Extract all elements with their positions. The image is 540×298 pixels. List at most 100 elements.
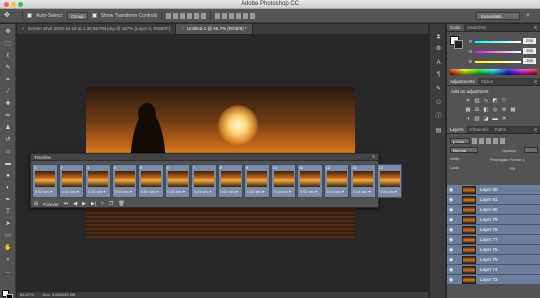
layer-row[interactable]: ◉ Layer 77 [447,235,540,245]
frame-delay-dropdown[interactable]: 0.04 sec.▾ [247,189,264,194]
vibrance-icon[interactable]: ▽ [501,98,507,104]
color-spectrum-ramp[interactable] [450,69,537,75]
type-tool-icon[interactable]: T [3,208,13,216]
tab-styles[interactable]: Styles [478,78,496,85]
hue-saturation-icon[interactable]: ▦ [465,107,471,113]
animation-frame[interactable]: 4 0.04 sec.▾ [111,164,137,198]
move-tool-preset-icon[interactable]: ✥ [4,11,18,21]
eyedropper-tool-icon[interactable]: ⁄ [3,88,13,96]
align-top-icon[interactable] [166,12,172,19]
healing-brush-tool-icon[interactable]: ✚ [3,100,13,108]
animation-frame[interactable]: 9 0.04 sec.▾ [244,164,270,198]
path-selection-tool-icon[interactable]: ➤ [3,220,13,228]
filter-kind-dropdown[interactable]: ρ Kind [450,137,470,144]
threshold-icon[interactable]: ◪ [483,116,489,122]
slider-track[interactable] [475,41,521,43]
align-right-icon[interactable] [201,12,207,19]
layer-row[interactable]: ◉ Layer 81 [447,195,540,205]
visibility-eye-icon[interactable]: ◉ [449,237,455,243]
quick-select-tool-icon[interactable]: ✎ [3,64,13,72]
layer-row[interactable]: ◉ Layer 74 [447,265,540,275]
first-frame-icon[interactable]: ⏮ [64,201,69,207]
history-panel-icon[interactable]: ⧗ [434,34,443,41]
tab-layers[interactable]: Layers [447,126,467,133]
distribute-center-icon[interactable] [243,12,249,19]
green-slider[interactable]: G 255 [469,48,539,55]
selective-color-icon[interactable]: ✕ [501,116,507,122]
character-panel-icon[interactable]: A [434,60,443,67]
visibility-eye-icon[interactable]: ◉ [449,187,455,193]
frame-delay-dropdown[interactable]: 0.04 sec.▾ [380,189,397,194]
history-brush-tool-icon[interactable]: ↺ [3,136,13,144]
background-color-swatch[interactable] [6,294,13,298]
frame-delay-dropdown[interactable]: 0.04 sec.▾ [194,189,211,194]
frame-delay-dropdown[interactable]: 0.04 sec.▾ [35,189,52,194]
lasso-tool-icon[interactable]: ℓ [3,52,13,60]
timeline-header[interactable]: Timeline ≡ [31,154,378,161]
dodge-tool-icon[interactable]: ◐ [3,184,13,192]
color-balance-icon[interactable]: ⚖ [474,107,480,113]
hand-tool-icon[interactable]: ✋ [3,244,13,252]
red-slider[interactable]: R 255 [469,38,539,45]
distribute-left-icon[interactable] [236,12,242,19]
green-value-input[interactable]: 255 [523,48,536,54]
blur-tool-icon[interactable]: ● [3,172,13,180]
close-tab-icon[interactable]: × [22,26,25,31]
search-icon[interactable]: ⌕ [526,12,534,20]
zoom-level[interactable]: 66.67% [20,292,34,297]
adjustment-filter-icon[interactable] [479,137,484,144]
distribute-right-icon[interactable] [250,12,256,19]
frame-delay-dropdown[interactable]: 0.04 sec.▾ [274,189,291,194]
play-icon[interactable]: ▶ [82,201,86,207]
invert-icon[interactable]: ◑ [465,116,471,122]
convert-timeline-icon[interactable]: ⊞ [34,201,38,207]
align-center-icon[interactable] [194,12,200,19]
frame-delay-dropdown[interactable]: 0.04 sec.▾ [327,189,344,194]
frame-delay-dropdown[interactable]: 0.04 sec.▾ [300,189,317,194]
frame-delay-dropdown[interactable]: 0.04 sec.▾ [62,189,79,194]
workspace-switcher[interactable]: Essentials [476,12,520,20]
align-middle-icon[interactable] [173,12,179,19]
align-left-icon[interactable] [187,12,193,19]
animation-frame[interactable]: 11 0.04 sec.▾ [297,164,323,198]
slider-track[interactable] [475,61,521,63]
next-frame-icon[interactable]: ▶| [91,201,96,207]
animation-frame[interactable]: 13 0.04 sec.▾ [350,164,376,198]
duplicate-frame-icon[interactable]: ❐ [109,201,113,207]
tool-presets-panel-icon[interactable]: ▤ [434,128,443,135]
layer-row[interactable]: ◉ Layer 75 [447,255,540,265]
animation-frame[interactable]: 6 0.04 sec.▾ [164,164,190,198]
smart-object-filter-icon[interactable] [500,137,505,144]
animation-frame[interactable]: 1 0.04 sec.▾ [32,164,58,198]
gradient-tool-icon[interactable]: ▬ [3,160,13,168]
clone-stamp-tool-icon[interactable]: ♟ [3,124,13,132]
delete-frame-icon[interactable]: 🗑 [118,201,124,207]
frame-delay-dropdown[interactable]: 0.04 sec.▾ [168,189,185,194]
tab-channels[interactable]: Channels [467,126,492,133]
animation-frame[interactable]: 2 0.04 sec.▾ [58,164,84,198]
layer-row[interactable]: ◉ Layer 76 [447,245,540,255]
panel-menu-icon[interactable]: ≡ [534,78,537,86]
visibility-eye-icon[interactable]: ◉ [449,257,455,263]
panel-menu-icon[interactable]: ≡ [534,126,537,134]
doc-tab-untitled[interactable]: × Untitled-1 @ 66.7% (RGB/8) * [176,24,253,34]
channel-mixer-icon[interactable]: ⊛ [501,107,507,113]
frame-delay-dropdown[interactable]: 0.04 sec.▾ [88,189,105,194]
distribute-bottom-icon[interactable] [229,12,235,19]
shape-filter-icon[interactable] [493,137,498,144]
photo-filter-icon[interactable]: ◎ [492,107,498,113]
animation-frame[interactable]: 10 0.04 sec.▾ [270,164,296,198]
blue-slider[interactable]: B 255 [469,58,539,65]
animation-frame[interactable]: 14 0.04 sec.▾ [376,164,402,198]
eraser-tool-icon[interactable]: ▱ [3,148,13,156]
blend-mode-dropdown[interactable]: Normal [450,147,478,153]
loop-options-dropdown[interactable]: Forever [43,202,59,207]
animation-frame[interactable]: 5 0.04 sec.▾ [138,164,164,198]
marquee-tool-icon[interactable]: ⬚ [3,40,13,48]
align-bottom-icon[interactable] [180,12,186,19]
brush-panel-icon[interactable]: ✎ [434,86,443,93]
more-tools-icon[interactable]: … [3,268,13,276]
tab-paths[interactable]: Paths [492,126,510,133]
visibility-eye-icon[interactable]: ◉ [449,247,455,253]
paragraph-panel-icon[interactable]: ¶ [434,72,443,79]
